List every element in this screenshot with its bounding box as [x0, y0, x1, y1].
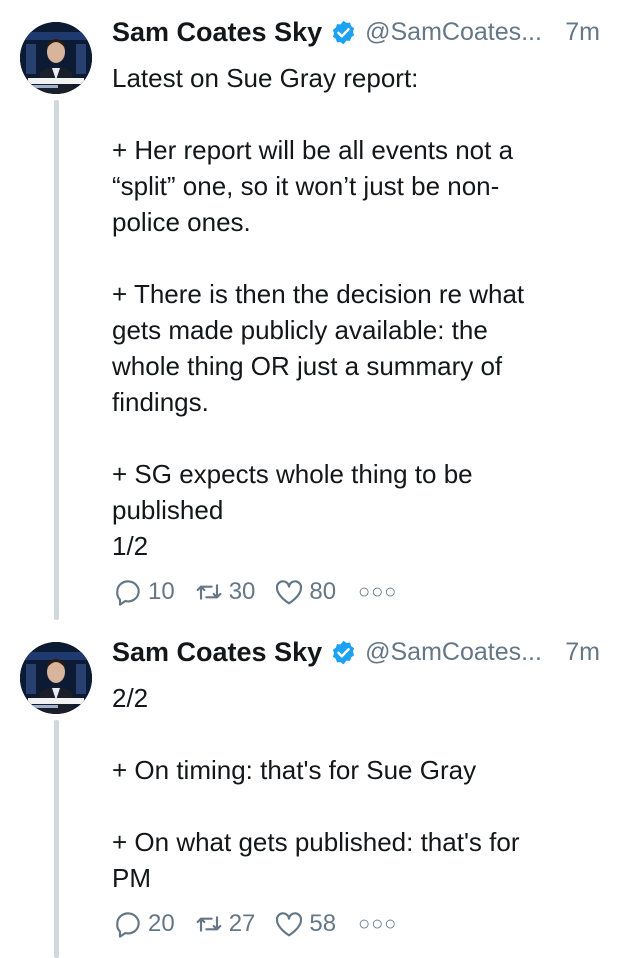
tweet-line: findings. [112, 387, 209, 417]
tweet-line: Latest on Sue Gray report: [112, 63, 419, 93]
thread-line [54, 720, 59, 958]
tweet-line: + SG expects whole thing to be [112, 459, 473, 489]
tweet-header: Sam Coates Sky @SamCoates... [112, 14, 542, 50]
tweet-line: 2/2 [112, 683, 149, 713]
tweet-line: whole thing OR just a summary of [112, 351, 503, 381]
tweet-1[interactable]: Sam Coates Sky @SamCoates... 7m Latest o… [0, 0, 620, 620]
heart-icon [276, 580, 303, 605]
retweet-icon [196, 916, 222, 932]
tweet-line: + Her report will be all events not a [112, 135, 514, 165]
tweet-line: + There is then the decision re what [112, 279, 525, 309]
author-name[interactable]: Sam Coates Sky [112, 637, 322, 668]
retweet-count: 30 [228, 578, 256, 605]
tweet-line: police ones. [112, 207, 251, 237]
tweet-line: PM [112, 863, 151, 893]
retweet-count: 27 [228, 910, 256, 937]
more-icon: ○○○ [358, 580, 398, 603]
tweet-actions: 20 27 58 ○○○ [112, 907, 415, 941]
tweet-line: + On what gets published: that's for [112, 827, 520, 857]
retweet-button[interactable]: 27 [193, 908, 256, 940]
more-button[interactable]: ○○○ [354, 913, 397, 936]
reply-icon [116, 580, 140, 606]
heart-icon [276, 912, 303, 937]
like-button[interactable]: 80 [273, 576, 336, 608]
tweet-line: + On timing: that's for Sue Gray [112, 755, 477, 785]
retweet-button[interactable]: 30 [193, 576, 256, 608]
reply-count: 10 [148, 578, 175, 605]
verified-badge-icon [333, 640, 355, 664]
tweet-text: Latest on Sue Gray report: + Her report … [112, 60, 602, 564]
tweet-line: published [112, 495, 224, 525]
tweet-timestamp[interactable]: 7m [565, 14, 600, 50]
tweet-2[interactable]: Sam Coates Sky @SamCoates... 7m 2/2 + On… [0, 620, 620, 958]
avatar[interactable] [20, 22, 92, 94]
tweet-line: 1/2 [112, 531, 149, 561]
tweet-line: gets made publicly available: the [112, 315, 488, 345]
reply-count: 20 [148, 910, 175, 937]
author-handle[interactable]: @SamCoates... [365, 638, 542, 667]
verified-badge-icon [333, 20, 355, 44]
more-button[interactable]: ○○○ [354, 581, 397, 604]
reply-button[interactable]: 20 [112, 908, 175, 940]
avatar-image [20, 642, 92, 714]
thread-line [54, 100, 59, 620]
more-icon: ○○○ [358, 912, 398, 935]
like-button[interactable]: 58 [273, 908, 336, 940]
tweet-line: “split” one, so it won’t just be non- [112, 171, 500, 201]
tweet-text: 2/2 + On timing: that's for Sue Gray + O… [112, 680, 602, 896]
author-name[interactable]: Sam Coates Sky [112, 17, 322, 48]
tweet-header: Sam Coates Sky @SamCoates... [112, 634, 542, 670]
tweet-timestamp[interactable]: 7m [565, 634, 600, 670]
avatar-image [20, 22, 92, 94]
reply-button[interactable]: 10 [112, 576, 175, 608]
like-count: 80 [309, 578, 337, 605]
tweet-actions: 10 30 80 ○○○ [112, 575, 415, 609]
reply-icon [116, 912, 140, 938]
retweet-icon [196, 584, 222, 600]
avatar[interactable] [20, 642, 92, 714]
like-count: 58 [309, 910, 337, 937]
author-handle[interactable]: @SamCoates... [365, 18, 542, 47]
